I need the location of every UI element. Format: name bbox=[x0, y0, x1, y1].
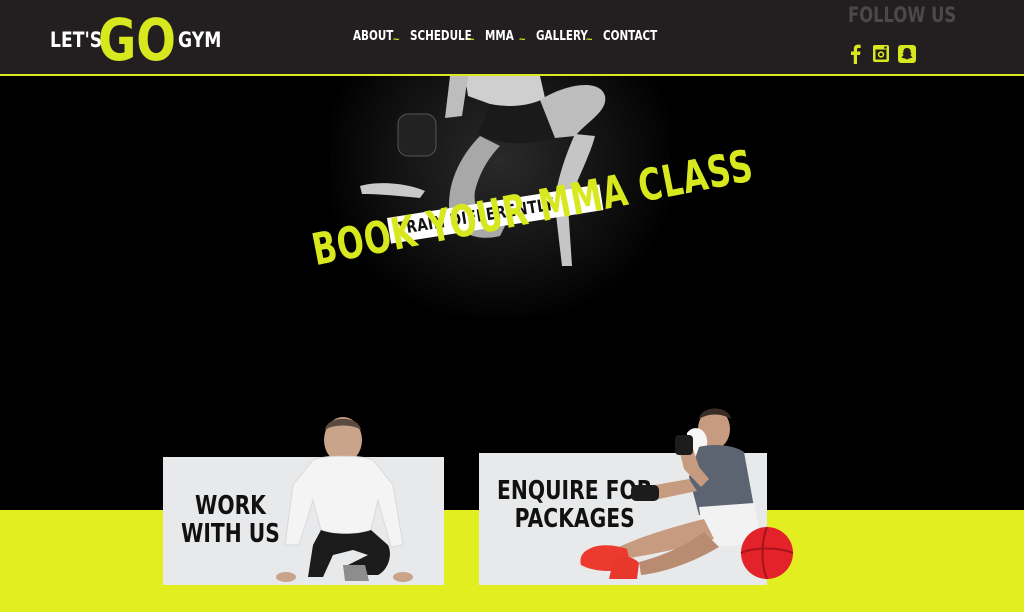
logo-go-mark: GO bbox=[98, 8, 176, 66]
nav-separator: ~ bbox=[586, 34, 593, 46]
nav-gallery[interactable]: GALLERY bbox=[536, 29, 588, 44]
nav-separator: ~ bbox=[393, 34, 400, 46]
nav-separator: ~ bbox=[519, 34, 526, 46]
hero-section: TRAIN DIFFERENTLY BOOK YOUR MMA CLASS bbox=[0, 76, 1024, 510]
runner-athlete-image bbox=[276, 417, 413, 582]
instagram-icon[interactable] bbox=[871, 43, 891, 65]
nav-schedule[interactable]: SCHEDULE bbox=[410, 29, 472, 44]
nav-mma[interactable]: MMA bbox=[485, 29, 514, 44]
boxer-athlete-image bbox=[580, 408, 794, 580]
facebook-icon[interactable] bbox=[846, 43, 866, 65]
logo-lets: LET'S bbox=[50, 28, 103, 52]
site-header: LET'S GO GYM ABOUT ~ SCHEDULE ~ MMA ~ GA… bbox=[0, 0, 1024, 76]
nav-about[interactable]: ABOUT bbox=[353, 29, 393, 44]
nav-separator: ~ bbox=[468, 34, 475, 46]
logo[interactable]: LET'S GO GYM bbox=[50, 8, 222, 66]
follow-us-title: FOLLOW US bbox=[848, 3, 957, 27]
logo-gym: GYM bbox=[178, 28, 222, 52]
work-with-us-card[interactable]: WORK WITH US bbox=[163, 417, 444, 585]
logo-go-text: GO bbox=[98, 8, 176, 66]
enquire-packages-card[interactable]: ENQUIRE FOR PACKAGES bbox=[479, 408, 794, 585]
nav-contact[interactable]: CONTACT bbox=[603, 29, 657, 44]
snapchat-icon[interactable] bbox=[897, 43, 917, 65]
